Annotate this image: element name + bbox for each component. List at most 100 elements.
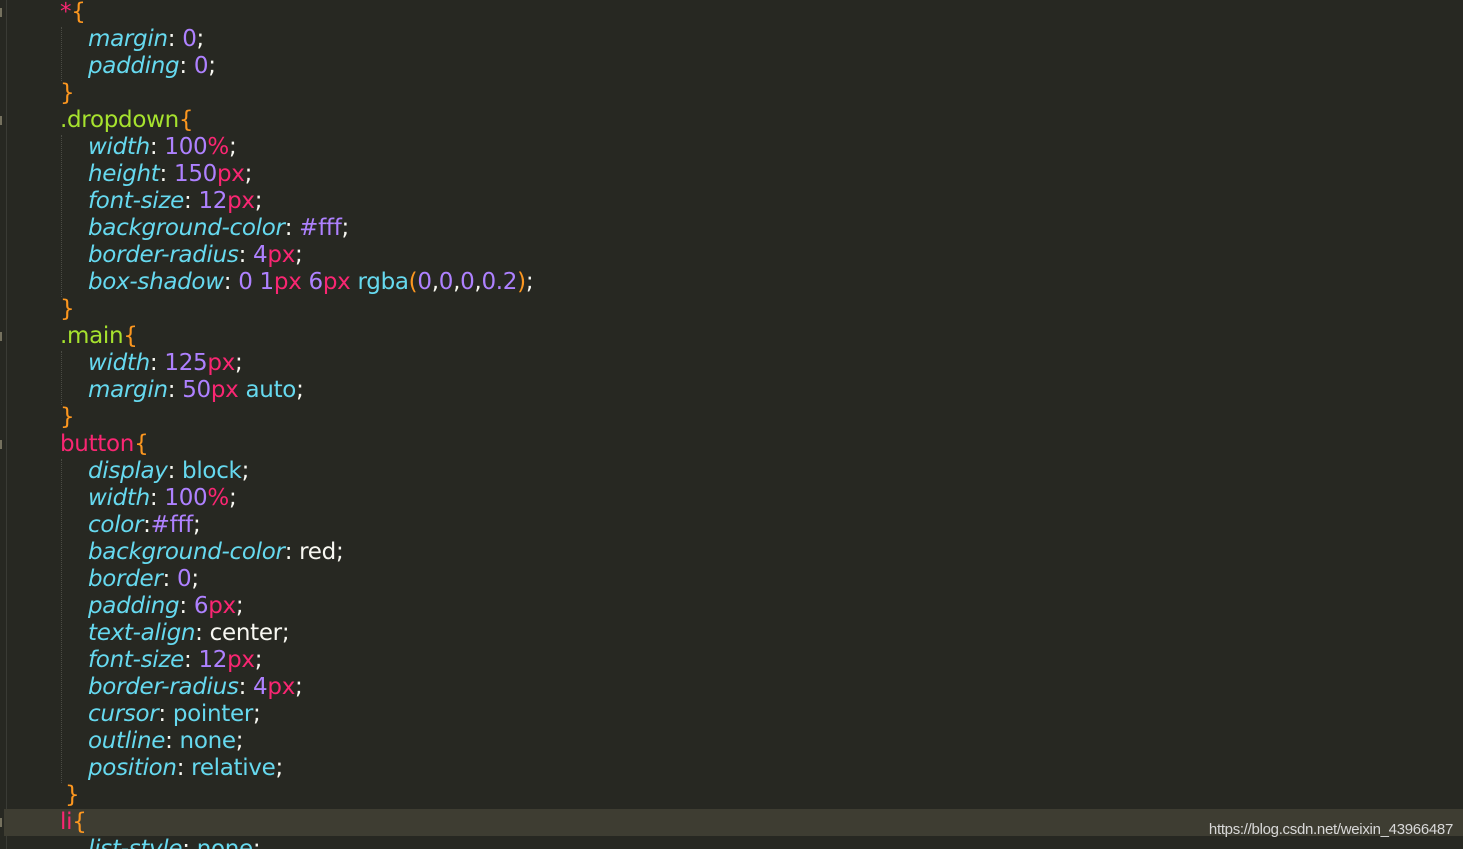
code-line[interactable]: width: 100%;	[0, 485, 1463, 512]
code-text: .main{	[60, 323, 138, 350]
code-token: border	[88, 566, 163, 592]
code-token: px	[216, 161, 245, 187]
code-token: ;	[296, 377, 304, 403]
code-line[interactable]: .dropdown{	[0, 107, 1463, 134]
watermark-url: https://blog.csdn.net/weixin_43966487	[1208, 821, 1453, 838]
code-token: ;	[253, 701, 261, 727]
code-token: 4	[253, 674, 268, 700]
code-token: ;	[254, 647, 263, 673]
code-line[interactable]: .main{	[0, 323, 1463, 350]
code-token: button	[60, 431, 135, 457]
code-token: 150	[173, 161, 217, 187]
code-token: :	[159, 161, 174, 187]
code-token: list-style	[88, 836, 183, 849]
code-line[interactable]: font-size: 12px;	[0, 188, 1463, 215]
code-line[interactable]: padding: 6px;	[0, 593, 1463, 620]
code-token: pointer	[172, 701, 254, 727]
code-token: background-color	[88, 539, 285, 565]
code-token: block	[182, 458, 242, 484]
code-text: box-shadow: 0 1px 6px rgba(0,0,0,0.2);	[88, 269, 534, 296]
code-token: font-size	[88, 188, 184, 214]
code-token: 12	[198, 188, 228, 214]
code-token: :	[149, 350, 165, 376]
code-line[interactable]: color:#fff;	[0, 512, 1463, 539]
code-token: 100	[164, 134, 208, 160]
code-text: border-radius: 4px;	[88, 242, 303, 269]
code-token: 6	[308, 269, 324, 295]
code-token: width	[88, 485, 150, 511]
code-line[interactable]: background-color: red;	[0, 539, 1463, 566]
code-token: red	[299, 539, 336, 565]
code-line[interactable]: cursor: pointer;	[0, 701, 1463, 728]
code-token: ;	[196, 26, 205, 52]
code-line[interactable]: *{	[0, 0, 1463, 26]
code-text: margin: 0;	[88, 26, 204, 53]
code-token: #fff	[299, 215, 342, 241]
code-line[interactable]: }	[0, 296, 1463, 323]
code-token: ,	[431, 269, 439, 295]
code-token: text-align	[88, 620, 196, 646]
code-line[interactable]: border: 0;	[0, 566, 1463, 593]
code-token: :	[238, 674, 254, 700]
code-token: %	[207, 485, 229, 511]
code-token: ;	[235, 728, 244, 754]
code-line[interactable]: padding: 0;	[0, 53, 1463, 80]
code-token: :	[143, 512, 151, 538]
code-token: none	[179, 728, 236, 754]
code-text: width: 100%;	[88, 134, 237, 161]
code-line[interactable]: font-size: 12px;	[0, 647, 1463, 674]
code-line[interactable]: margin: 0;	[0, 26, 1463, 53]
code-token: {	[134, 431, 149, 457]
code-line[interactable]: width: 100%;	[0, 134, 1463, 161]
code-token: :	[182, 836, 197, 849]
code-line[interactable]: text-align: center;	[0, 620, 1463, 647]
code-token: px	[210, 377, 239, 403]
code-token: display	[88, 458, 168, 484]
code-token: width	[88, 134, 150, 160]
code-token: outline	[88, 728, 166, 754]
code-text: *{	[60, 0, 86, 26]
code-token: px	[267, 674, 296, 700]
code-token: {	[72, 809, 87, 835]
code-token: :	[165, 728, 180, 754]
code-line[interactable]: display: block;	[0, 458, 1463, 485]
code-token: 0.2	[481, 269, 518, 295]
code-token: ;	[254, 188, 263, 214]
code-line[interactable]: width: 125px;	[0, 350, 1463, 377]
code-line[interactable]: outline: none;	[0, 728, 1463, 755]
code-text: background-color: #fff;	[88, 215, 349, 242]
code-token: ;	[281, 620, 290, 646]
code-line[interactable]: position: relative;	[0, 755, 1463, 782]
code-token: color	[88, 512, 144, 538]
code-token: px	[227, 188, 255, 214]
code-token: ;	[235, 593, 244, 619]
code-token: :	[149, 485, 165, 511]
code-token: padding	[88, 53, 180, 79]
code-token: ;	[192, 512, 201, 538]
code-line[interactable]: border-radius: 4px;	[0, 674, 1463, 701]
code-line[interactable]: background-color: #fff;	[0, 215, 1463, 242]
code-text: width: 125px;	[88, 350, 243, 377]
code-line[interactable]: button{	[0, 431, 1463, 458]
code-line[interactable]: }	[0, 80, 1463, 107]
code-text: cursor: pointer;	[88, 701, 261, 728]
fold-marker-icon[interactable]	[0, 818, 2, 827]
code-token: border-radius	[88, 674, 239, 700]
code-token: ;	[252, 836, 261, 849]
code-token: px	[273, 269, 302, 295]
code-line[interactable]: border-radius: 4px;	[0, 242, 1463, 269]
code-text: margin: 50px auto;	[88, 377, 304, 404]
code-token: :	[176, 755, 192, 781]
code-token: ;	[241, 458, 250, 484]
code-editor[interactable]: *{margin: 0; padding: 0;} .dropdown{width:…	[0, 0, 1463, 849]
code-line[interactable]: }	[0, 782, 1463, 809]
code-token: .main	[60, 323, 124, 349]
code-text: padding: 6px;	[88, 593, 244, 620]
code-text: button{	[60, 431, 149, 458]
code-line[interactable]: }	[0, 404, 1463, 431]
code-token: #fff	[150, 512, 194, 538]
code-line[interactable]: height: 150px;	[0, 161, 1463, 188]
code-token: margin	[88, 26, 168, 52]
code-line[interactable]: box-shadow: 0 1px 6px rgba(0,0,0,0.2);	[0, 269, 1463, 296]
code-line[interactable]: margin: 50px auto;	[0, 377, 1463, 404]
